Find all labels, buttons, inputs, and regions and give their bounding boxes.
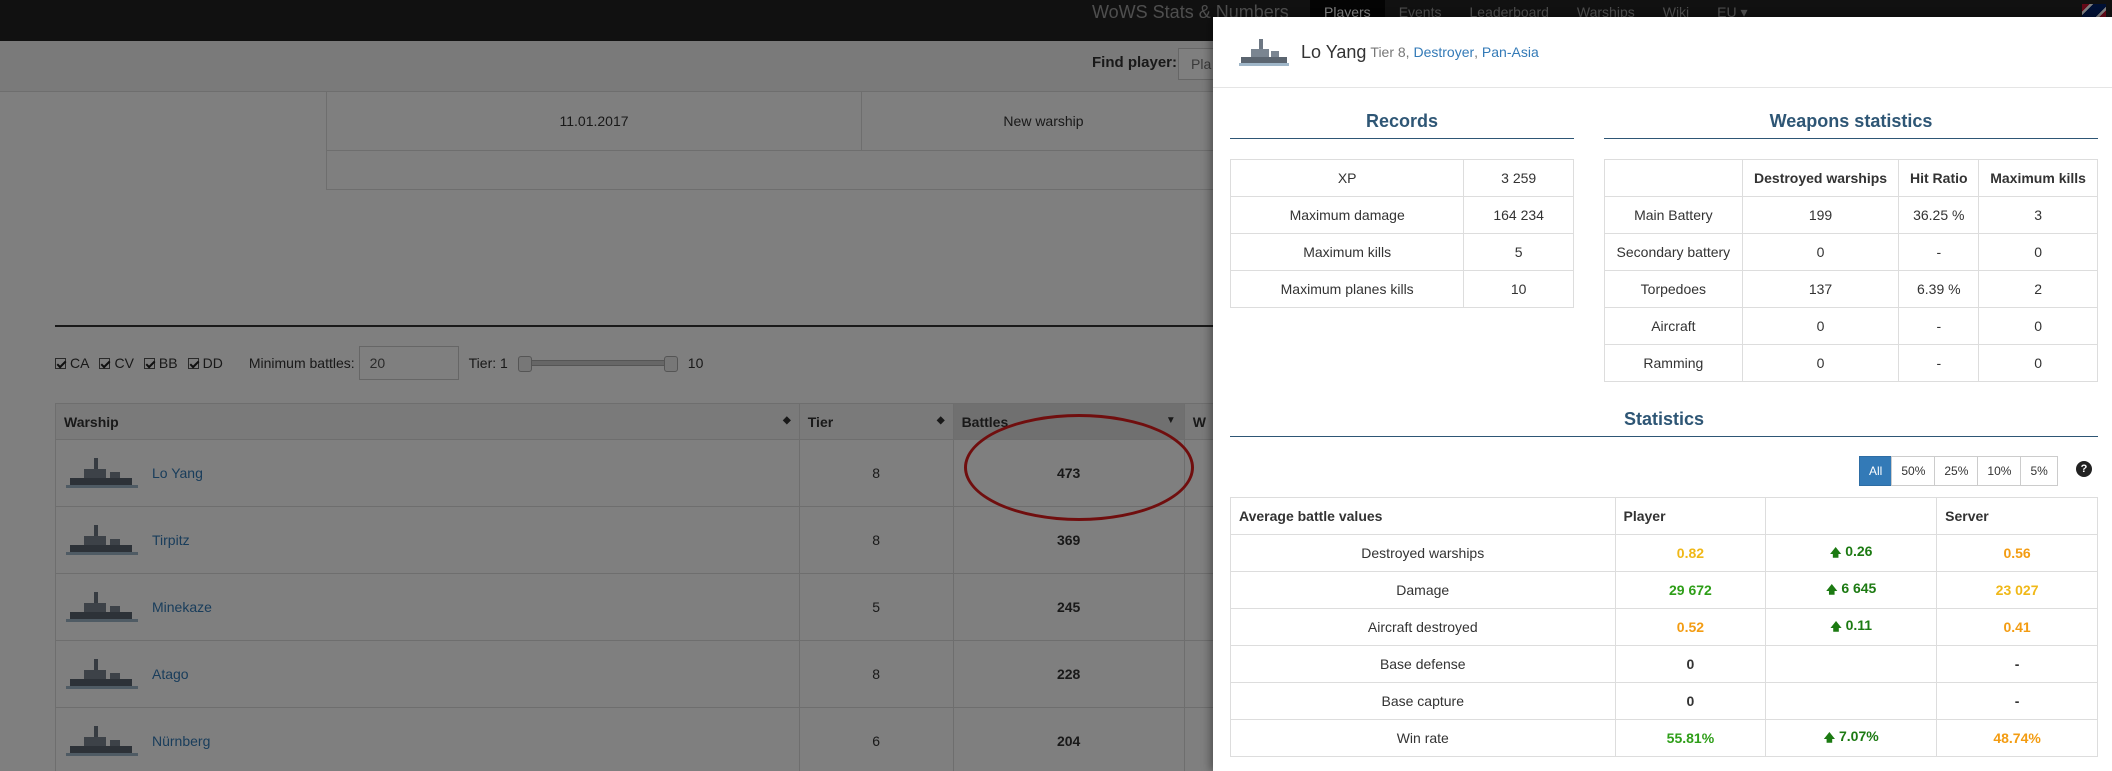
stats-header-label: Average battle values xyxy=(1230,497,1616,535)
filter-50-button[interactable]: 50% xyxy=(1891,456,1936,486)
record-value: 3 259 xyxy=(1463,159,1574,197)
arrow-up-icon: 🡅 xyxy=(1823,732,1836,744)
stat-server-value: 0.56 xyxy=(1936,534,2098,572)
weapon-name: Main Battery xyxy=(1604,196,1743,234)
filter-5-button[interactable]: 5% xyxy=(2020,456,2058,486)
record-value: 164 234 xyxy=(1463,196,1574,234)
percentile-filter-group: All 50% 25% 10% 5% xyxy=(1859,456,2058,486)
stat-server-value: 48.74% xyxy=(1936,719,2098,757)
statistics-row: Destroyed warships 0.82 🡅 0.26 0.56 xyxy=(1230,534,2098,572)
record-label: Maximum damage xyxy=(1229,196,1465,234)
arrow-up-icon: 🡅 xyxy=(1830,547,1842,559)
weapon-hitratio: - xyxy=(1898,233,1980,271)
weapon-name: Secondary battery xyxy=(1604,233,1743,271)
records-table: XP 3 259 Maximum damage 164 234 Maximum kill… xyxy=(1229,159,1574,308)
stat-player-value: 0.52 xyxy=(1614,608,1767,646)
stat-label: Damage xyxy=(1230,571,1616,609)
stat-server-value: 23 027 xyxy=(1936,571,2098,609)
weapons-row: Main Battery 199 36.25 % 3 xyxy=(1604,196,2098,234)
record-label: XP xyxy=(1229,159,1465,197)
stat-label: Base defense xyxy=(1230,645,1616,683)
filter-10-button[interactable]: 10% xyxy=(1977,456,2022,486)
ship-class-link[interactable]: Destroyer xyxy=(1413,44,1474,60)
weapon-destroyed: 0 xyxy=(1741,307,1900,345)
weapons-header-destroyed: Destroyed warships xyxy=(1741,159,1900,197)
weapon-destroyed: 0 xyxy=(1741,233,1900,271)
weapons-row: Aircraft 0-0 xyxy=(1604,307,2098,345)
stat-label: Base capture xyxy=(1230,682,1616,720)
stat-label: Destroyed warships xyxy=(1230,534,1616,572)
weapon-hitratio: - xyxy=(1898,307,1980,345)
record-label: Maximum kills xyxy=(1229,233,1465,271)
weapons-title: Weapons statistics xyxy=(1604,111,2098,139)
stat-diff-value: 🡅 0.26 xyxy=(1765,534,1938,572)
records-title: Records xyxy=(1230,111,1574,139)
records-row: Maximum kills 5 xyxy=(1229,233,1574,271)
weapon-maxkills: 2 xyxy=(1978,270,2098,308)
statistics-row: Win rate 55.81% 🡅 7.07% 48.74% xyxy=(1230,719,2098,757)
stat-server-value: - xyxy=(1936,682,2098,720)
stat-diff-value: 🡅 6 645 xyxy=(1765,571,1938,609)
weapons-header-blank xyxy=(1604,159,1743,197)
weapon-maxkills: 3 xyxy=(1978,196,2098,234)
weapons-row: Torpedoes 137 6.39 % 2 xyxy=(1604,270,2098,308)
filter-all-button[interactable]: All xyxy=(1859,456,1893,486)
weapon-destroyed: 0 xyxy=(1741,344,1900,382)
record-value: 10 xyxy=(1463,270,1574,308)
weapon-maxkills: 0 xyxy=(1978,307,2098,345)
record-label: Maximum planes kills xyxy=(1229,270,1465,308)
arrow-up-icon: 🡅 xyxy=(1826,584,1838,596)
stat-server-value: - xyxy=(1936,645,2098,683)
stat-diff-value: 🡅 7.07% xyxy=(1765,719,1938,757)
weapon-destroyed: 137 xyxy=(1741,270,1900,308)
weapon-hitratio: 36.25 % xyxy=(1898,196,1980,234)
ship-nation-link[interactable]: Pan-Asia xyxy=(1482,44,1539,60)
statistics-row: Base defense 0 - xyxy=(1230,645,2098,683)
stat-server-value: 0.41 xyxy=(1936,608,2098,646)
stat-label: Aircraft destroyed xyxy=(1230,608,1616,646)
stat-diff-value xyxy=(1765,645,1938,683)
stat-player-value: 0 xyxy=(1614,682,1767,720)
stats-header-player: Player xyxy=(1614,497,1767,535)
modal-ship-name: Lo Yang xyxy=(1301,41,1367,62)
records-row: Maximum damage 164 234 xyxy=(1229,196,1574,234)
weapons-header-maxkills: Maximum kills xyxy=(1978,159,2098,197)
weapon-maxkills: 0 xyxy=(1978,344,2098,382)
weapons-row: Ramming 0-0 xyxy=(1604,344,2098,382)
weapons-header-hitratio: Hit Ratio xyxy=(1898,159,1980,197)
weapon-maxkills: 0 xyxy=(1978,233,2098,271)
weapons-table: Destroyed warships Hit Ratio Maximum kil… xyxy=(1604,159,2098,382)
stat-player-value: 55.81% xyxy=(1614,719,1767,757)
weapon-destroyed: 199 xyxy=(1741,196,1900,234)
stat-player-value: 0 xyxy=(1614,645,1767,683)
arrow-up-icon: 🡅 xyxy=(1830,621,1842,633)
statistics-row: Damage 29 672 🡅 6 645 23 027 xyxy=(1230,571,2098,609)
stats-header-diff xyxy=(1765,497,1938,535)
statistics-row: Base capture 0 - xyxy=(1230,682,2098,720)
statistics-table: Average battle values Player Server Dest… xyxy=(1230,497,2098,757)
weapon-name: Ramming xyxy=(1604,344,1743,382)
stat-label: Win rate xyxy=(1230,719,1616,757)
stat-player-value: 29 672 xyxy=(1614,571,1767,609)
weapon-hitratio: 6.39 % xyxy=(1898,270,1980,308)
statistics-row: Aircraft destroyed 0.52 🡅 0.11 0.41 xyxy=(1230,608,2098,646)
weapons-row: Secondary battery 0-0 xyxy=(1604,233,2098,271)
stat-diff-value: 🡅 0.11 xyxy=(1765,608,1938,646)
weapon-name: Torpedoes xyxy=(1604,270,1743,308)
stat-diff-value xyxy=(1765,682,1938,720)
modal-tier: Tier 8, xyxy=(1370,44,1410,60)
ship-thumbnail xyxy=(1239,31,1289,74)
help-icon[interactable]: ? xyxy=(2076,461,2092,477)
weapon-hitratio: - xyxy=(1898,344,1980,382)
records-row: XP 3 259 xyxy=(1229,159,1574,197)
record-value: 5 xyxy=(1463,233,1574,271)
filter-25-button[interactable]: 25% xyxy=(1934,456,1979,486)
statistics-title: Statistics xyxy=(1230,409,2098,437)
weapon-name: Aircraft xyxy=(1604,307,1743,345)
stats-header-server: Server xyxy=(1936,497,2098,535)
modal-header: Lo Yang Tier 8, Destroyer, Pan-Asia xyxy=(1213,17,2112,88)
records-row: Maximum planes kills 10 xyxy=(1229,270,1574,308)
stat-player-value: 0.82 xyxy=(1614,534,1767,572)
